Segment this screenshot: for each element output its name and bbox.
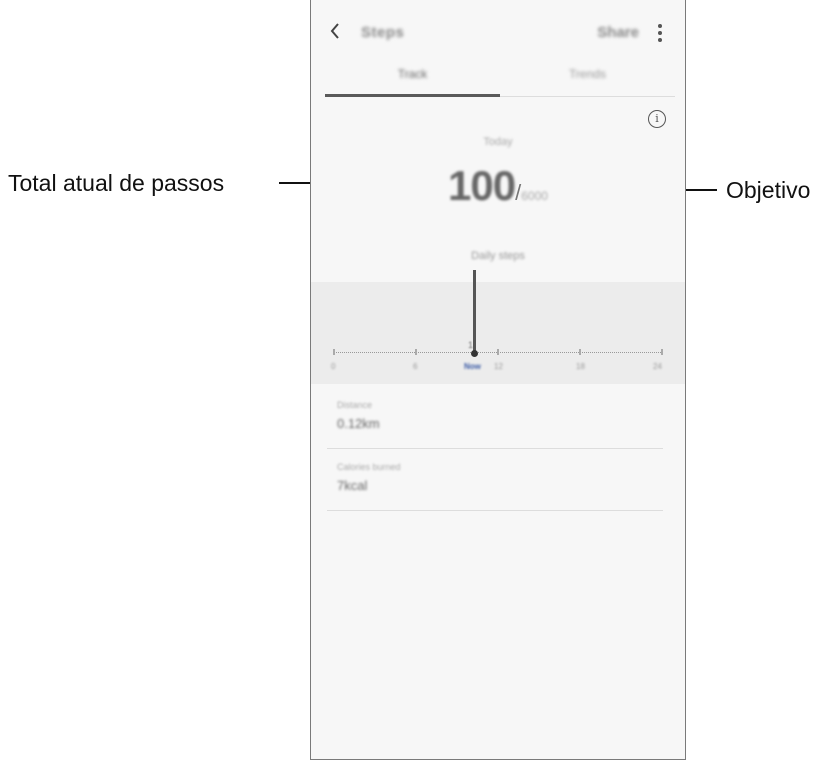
graph-tick [415,349,417,355]
tab-track[interactable]: Track [325,64,500,96]
phone-screen: Steps Share Track Trends i Today 100/600… [310,0,686,760]
daily-steps-label: Daily steps [471,250,525,262]
graph-tick-label: 18 [576,362,585,371]
distance-stat: Distance 0.12km [327,394,663,449]
graph-tick [661,349,663,355]
tab-bar: Track Trends [325,64,675,98]
tab-selected-indicator [325,94,500,97]
graph-tick-label: 6 [413,362,418,371]
steps-graph[interactable]: 1 0 6 Now 12 18 24 [311,270,685,384]
graph-peak-label: 1 [468,340,474,350]
callout-current-steps: Total atual de passos [8,170,225,196]
callout-target: Objetivo [726,177,811,203]
graph-tick-label: 12 [494,362,503,371]
more-vertical-icon[interactable] [657,24,663,44]
calories-label: Calories burned [337,462,401,472]
tab-trends[interactable]: Trends [500,64,675,96]
share-button[interactable]: Share [597,24,639,41]
distance-label: Distance [337,400,373,410]
current-steps-value: 100 [448,162,516,209]
calories-stat: Calories burned 7kcal [327,456,663,511]
graph-tick [579,349,581,355]
current-steps-bar [473,270,476,354]
back-arrow-icon[interactable] [329,22,347,42]
distance-value: 0.12km [337,416,380,431]
now-marker [471,350,478,357]
graph-tick-label: 24 [653,362,662,371]
graph-tick [333,349,335,355]
info-icon[interactable]: i [648,110,666,128]
calories-value: 7kcal [337,478,368,493]
steps-target-value: 6000 [521,189,548,203]
page-title: Steps [361,24,405,41]
steps-summary: 100/6000 [311,162,685,210]
graph-tick-label: 0 [331,362,336,371]
period-label: Today [483,136,513,148]
graph-tick [497,349,499,355]
graph-now-label: Now [464,362,481,371]
top-app-bar: Steps Share [311,0,685,64]
